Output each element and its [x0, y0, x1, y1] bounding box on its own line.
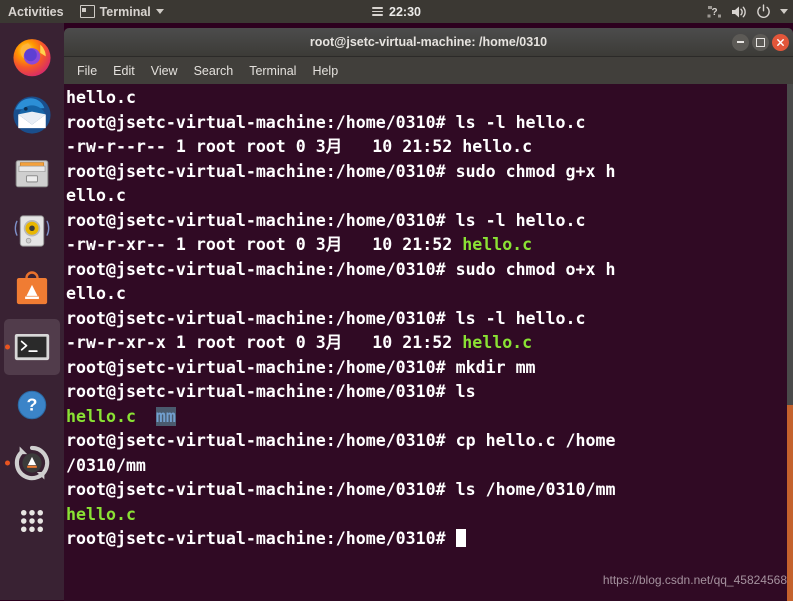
close-button[interactable] [772, 33, 789, 51]
maximize-button[interactable] [752, 33, 769, 51]
terminal-span [136, 407, 156, 426]
terminal-line: root@jsetc-virtual-machine:/home/0310# c… [66, 429, 783, 454]
window-title: root@jsetc-virtual-machine: /home/0310 [309, 35, 548, 49]
activities-button[interactable]: Activities [0, 0, 72, 23]
clock-label: 22:30 [389, 4, 421, 19]
terminal-line: root@jsetc-virtual-machine:/home/0310# s… [66, 160, 783, 185]
dock-item-help[interactable]: ? [4, 377, 60, 433]
terminal-window-icon [79, 5, 95, 18]
terminal-cursor [455, 529, 466, 547]
question-mark-icon: ? [17, 390, 47, 420]
music-player-icon [14, 215, 50, 247]
terminal-span: hello.c [462, 333, 533, 352]
terminal-span: root@jsetc-virtual-machine:/home/0310# [66, 529, 456, 548]
terminal-line: root@jsetc-virtual-machine:/home/0310# l… [66, 380, 783, 405]
terminal-icon [14, 333, 50, 361]
terminal-output-area[interactable]: hello.c root@jsetc-virtual-machine:/home/… [64, 84, 793, 601]
terminal-line: root@jsetc-virtual-machine:/home/0310# s… [66, 258, 783, 283]
dock-item-terminal[interactable] [4, 319, 60, 375]
terminal-line: root@jsetc-virtual-machine:/home/0310# m… [66, 356, 783, 381]
svg-text:?: ? [27, 395, 38, 415]
app-menu-label: Terminal [99, 4, 151, 19]
chevron-down-icon[interactable] [780, 9, 788, 14]
terminal-line: -rw-r--r-- 1 root root 0 3月 10 21:52 hel… [66, 135, 783, 160]
terminal-menubar: File Edit View Search Terminal Help [64, 57, 793, 84]
system-indicators[interactable]: ? [707, 0, 788, 23]
gnome-top-bar: Activities Terminal 22:30 ? [0, 0, 793, 23]
terminal-span: ello.c [66, 284, 126, 303]
terminal-line: /0310/mm [66, 454, 783, 479]
window-titlebar[interactable]: root@jsetc-virtual-machine: /home/0310 [64, 28, 793, 57]
terminal-span: root@jsetc-virtual-machine:/home/0310# s… [66, 161, 616, 181]
volume-icon[interactable] [731, 5, 747, 19]
dock-item-thunderbird[interactable] [4, 87, 60, 143]
dock-item-rhythmbox[interactable] [4, 203, 60, 259]
terminal-span: ello.c [66, 186, 126, 205]
terminal-line: root@jsetc-virtual-machine:/home/0310# [66, 527, 783, 552]
terminal-span: mm [155, 406, 176, 426]
watermark-text: https://blog.csdn.net/qq_45824568 [602, 573, 787, 587]
terminal-window: root@jsetc-virtual-machine: /home/0310 F… [64, 28, 793, 601]
keyboard-help-icon[interactable]: ? [707, 5, 722, 18]
terminal-line: -rw-r-xr-x 1 root root 0 3月 10 21:52 hel… [66, 331, 783, 356]
terminal-span: root@jsetc-virtual-machine:/home/0310# l… [66, 112, 586, 132]
chevron-down-icon [155, 9, 164, 14]
terminal-span: hello.c [462, 235, 533, 254]
menu-item-help[interactable]: Help [305, 61, 345, 81]
menu-item-terminal[interactable]: Terminal [242, 61, 303, 81]
terminal-scrollbar-thumb[interactable] [787, 404, 793, 601]
terminal-span: root@jsetc-virtual-machine:/home/0310# l… [66, 308, 586, 328]
terminal-span: root@jsetc-virtual-machine:/home/0310# l… [66, 382, 476, 401]
terminal-line: hello.c mm [66, 405, 783, 430]
terminal-line: hello.c [66, 503, 783, 528]
list-menu-icon [372, 7, 383, 16]
terminal-line: root@jsetc-virtual-machine:/home/0310# l… [66, 307, 783, 332]
dock-item-firefox[interactable] [4, 29, 60, 85]
terminal-span: root@jsetc-virtual-machine:/home/0310# m… [66, 357, 536, 377]
window-controls [732, 28, 789, 56]
terminal-span: root@jsetc-virtual-machine:/home/0310# s… [66, 259, 616, 279]
activities-label: Activities [8, 4, 64, 19]
terminal-span: hello.c [66, 406, 136, 426]
menu-item-search[interactable]: Search [187, 61, 241, 81]
terminal-line: root@jsetc-virtual-machine:/home/0310# l… [66, 209, 783, 234]
menu-item-view[interactable]: View [144, 61, 185, 81]
terminal-span: hello.c [66, 88, 136, 107]
terminal-span: hello.c [66, 504, 136, 524]
menu-item-edit[interactable]: Edit [106, 61, 142, 81]
terminal-text: hello.c root@jsetc-virtual-machine:/home/… [66, 86, 783, 552]
app-menu-terminal[interactable]: Terminal [72, 0, 172, 23]
terminal-line: -rw-r-xr-- 1 root root 0 3月 10 21:52 hel… [66, 233, 783, 258]
terminal-line: ello.c [66, 184, 783, 209]
terminal-span: -rw-r-xr-x 1 root root 0 3月 10 21:52 [66, 333, 463, 352]
terminal-span: -rw-r--r-- 1 root root 0 3月 10 21:52 hel… [66, 137, 533, 156]
terminal-line: hello.c [66, 86, 783, 111]
minimize-button[interactable] [732, 33, 749, 51]
dock-item-ubuntu-software[interactable] [4, 261, 60, 317]
power-icon[interactable] [756, 4, 771, 19]
terminal-span: root@jsetc-virtual-machine:/home/0310# l… [66, 480, 616, 499]
file-manager-icon [15, 160, 49, 188]
terminal-line: ello.c [66, 282, 783, 307]
software-store-icon [16, 271, 48, 305]
dock-item-show-applications[interactable] [4, 493, 60, 549]
thunderbird-icon [13, 96, 51, 134]
terminal-line: root@jsetc-virtual-machine:/home/0310# l… [66, 111, 783, 136]
software-updater-icon [14, 445, 50, 481]
svg-text:?: ? [711, 7, 717, 18]
terminal-span: root@jsetc-virtual-machine:/home/0310# l… [66, 210, 586, 230]
ubuntu-dock: ? [0, 23, 64, 600]
terminal-line: root@jsetc-virtual-machine:/home/0310# l… [66, 478, 783, 503]
menu-item-file[interactable]: File [70, 61, 104, 81]
dock-item-files[interactable] [4, 145, 60, 201]
app-grid-icon [21, 510, 43, 532]
firefox-icon [13, 39, 51, 77]
terminal-span: root@jsetc-virtual-machine:/home/0310# c… [66, 431, 616, 450]
terminal-span: /0310/mm [66, 455, 146, 475]
dock-item-software-updater[interactable] [4, 435, 60, 491]
terminal-span: -rw-r-xr-- 1 root root 0 3月 10 21:52 [66, 235, 463, 254]
terminal-scrollbar-track[interactable] [787, 84, 793, 601]
